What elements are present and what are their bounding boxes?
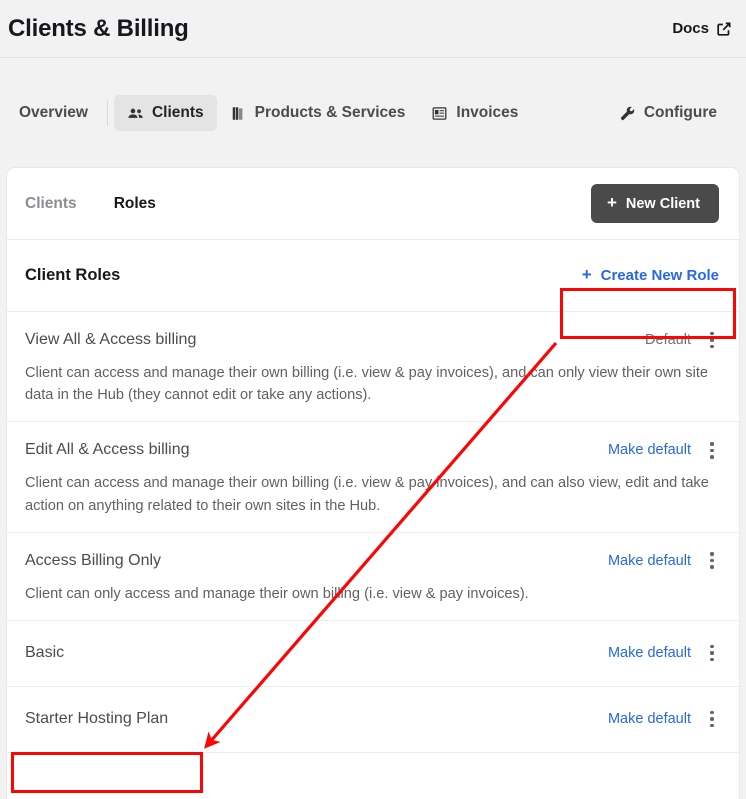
- tab-products-services[interactable]: Products & Services: [217, 95, 419, 131]
- role-name-basic: Basic: [25, 644, 608, 662]
- main-nav-left: Overview Clients: [0, 95, 606, 131]
- create-new-role-button-label: Create New Role: [601, 267, 719, 284]
- main-nav-right: Configure: [606, 95, 730, 131]
- create-new-role-button[interactable]: + Create New Role: [574, 261, 727, 290]
- sub-tab-roles[interactable]: Roles: [114, 195, 156, 213]
- row-menu-icon[interactable]: [697, 704, 727, 734]
- tab-invoices[interactable]: Invoices: [418, 95, 531, 131]
- new-client-button[interactable]: + New Client: [591, 184, 719, 223]
- tab-overview[interactable]: Overview: [6, 95, 101, 131]
- row-menu-icon[interactable]: [697, 546, 727, 576]
- row-menu-icon[interactable]: [697, 638, 727, 668]
- role-row-header: Basic Make default: [25, 638, 727, 668]
- external-link-icon: [716, 21, 732, 37]
- main-nav: Overview Clients: [0, 59, 746, 167]
- role-name-starter-hosting-plan: Starter Hosting Plan: [25, 710, 608, 728]
- tab-products-services-label: Products & Services: [255, 104, 406, 122]
- role-description: Client can access and manage their own b…: [25, 472, 725, 516]
- client-roles-title: Client Roles: [25, 266, 120, 285]
- plus-icon: +: [607, 194, 617, 211]
- row-menu-icon[interactable]: [697, 325, 727, 355]
- table-row[interactable]: Access Billing Only Make default Client …: [7, 533, 739, 621]
- make-default-link[interactable]: Make default: [608, 442, 691, 458]
- make-default-link[interactable]: Make default: [608, 711, 691, 727]
- table-row[interactable]: View All & Access billing Default Client…: [7, 312, 739, 422]
- role-row-header: Starter Hosting Plan Make default: [25, 704, 727, 734]
- plus-icon: +: [582, 266, 592, 283]
- wrench-icon: [619, 105, 636, 122]
- sub-tab-clients[interactable]: Clients: [25, 195, 77, 213]
- new-client-button-label: New Client: [626, 196, 700, 212]
- role-name-edit-all-access-billing: Edit All & Access billing: [25, 441, 608, 459]
- page-header: Clients & Billing Docs: [0, 0, 746, 58]
- tab-overview-label: Overview: [19, 104, 88, 122]
- row-menu-icon[interactable]: [697, 435, 727, 465]
- docs-label: Docs: [672, 20, 709, 37]
- client-roles-header: Client Roles + Create New Role: [7, 240, 739, 312]
- tab-invoices-label: Invoices: [456, 104, 518, 122]
- role-description: Client can access and manage their own b…: [25, 362, 725, 406]
- table-row[interactable]: Starter Hosting Plan Make default: [7, 687, 739, 753]
- role-name-access-billing-only: Access Billing Only: [25, 552, 608, 570]
- books-icon: [230, 105, 247, 122]
- card-sub-tabs: Clients Roles + New Client: [7, 168, 739, 240]
- clients-card: Clients Roles + New Client Client Roles …: [6, 167, 740, 799]
- table-row[interactable]: Basic Make default: [7, 621, 739, 687]
- tab-configure-label: Configure: [644, 104, 717, 122]
- role-description: Client can only access and manage their …: [25, 583, 725, 605]
- tab-configure[interactable]: Configure: [606, 95, 730, 131]
- table-row[interactable]: Edit All & Access billing Make default C…: [7, 422, 739, 532]
- app-root: Clients & Billing Docs Overview: [0, 0, 746, 799]
- tab-clients-label: Clients: [152, 104, 204, 122]
- make-default-link[interactable]: Make default: [608, 553, 691, 569]
- role-name-view-all-access-billing: View All & Access billing: [25, 331, 645, 349]
- tab-clients[interactable]: Clients: [114, 95, 217, 131]
- make-default-link[interactable]: Make default: [608, 645, 691, 661]
- docs-link[interactable]: Docs: [672, 20, 732, 37]
- role-row-header: View All & Access billing Default: [25, 325, 727, 355]
- page-title: Clients & Billing: [8, 17, 189, 41]
- status-badge: Default: [645, 332, 691, 348]
- role-row-header: Access Billing Only Make default: [25, 546, 727, 576]
- nav-divider: [107, 100, 108, 126]
- role-row-header: Edit All & Access billing Make default: [25, 435, 727, 465]
- people-icon: [127, 105, 144, 122]
- invoice-icon: [431, 105, 448, 122]
